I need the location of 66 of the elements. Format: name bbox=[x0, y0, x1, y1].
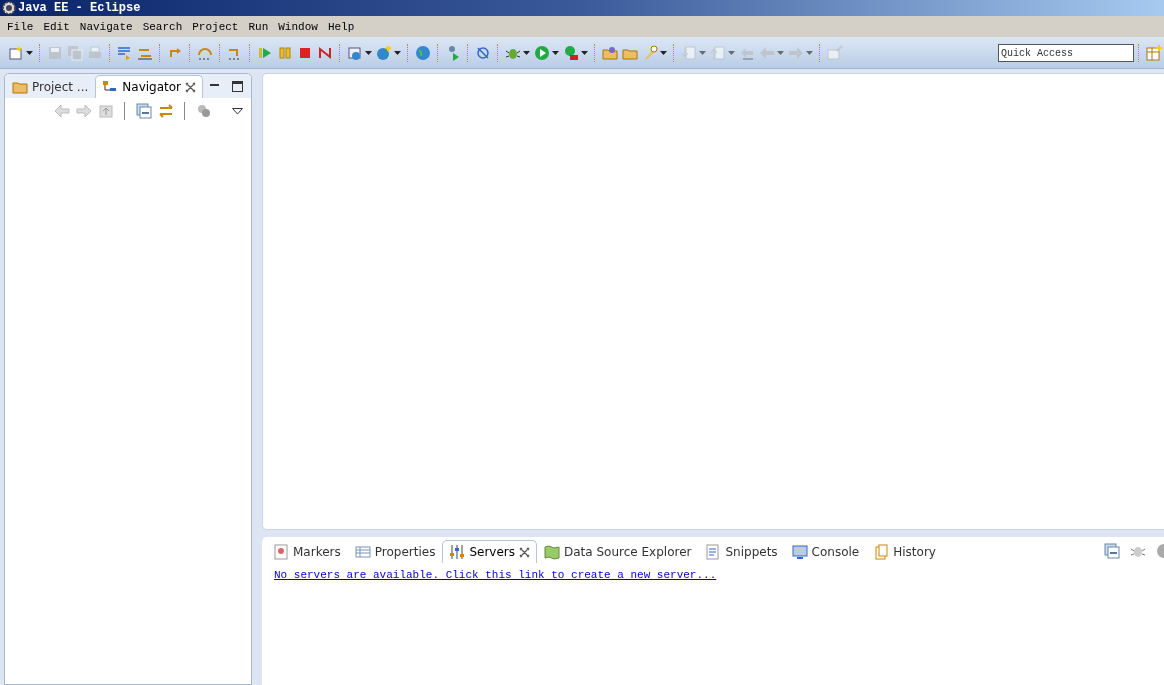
view-tab[interactable]: Markers bbox=[266, 540, 348, 563]
dropdown-caret-icon bbox=[394, 51, 401, 55]
back-arrow-icon bbox=[759, 45, 775, 61]
table-icon bbox=[354, 544, 371, 560]
menu-item[interactable]: Search bbox=[137, 20, 188, 33]
view-tab[interactable]: Navigator bbox=[95, 75, 204, 98]
open-folder-icon bbox=[602, 45, 618, 61]
view-tab[interactable]: Data Source Explorer bbox=[537, 540, 699, 563]
back-arrow-icon bbox=[54, 103, 70, 119]
menu-item[interactable]: Window bbox=[273, 20, 323, 33]
snippets-icon bbox=[705, 544, 722, 560]
lines-arrow-icon bbox=[117, 45, 133, 61]
floppy-icon bbox=[47, 45, 63, 61]
floppies-icon bbox=[67, 45, 83, 61]
new-file-icon bbox=[8, 45, 24, 61]
dropdown-caret-icon bbox=[26, 51, 33, 55]
dropdown-caret-icon bbox=[581, 51, 588, 55]
view-menu-icon[interactable] bbox=[232, 107, 243, 115]
resume-icon bbox=[257, 45, 273, 61]
view-tab[interactable]: Properties bbox=[347, 540, 443, 563]
map-icon bbox=[544, 544, 560, 560]
markers-icon bbox=[273, 544, 289, 560]
folder-icon bbox=[12, 79, 28, 95]
close-icon[interactable] bbox=[519, 546, 530, 558]
link-arrows-icon bbox=[158, 103, 174, 119]
skip-breakpoints-icon bbox=[475, 45, 491, 61]
menu-item[interactable]: Run bbox=[243, 20, 274, 33]
view-tab[interactable]: Console bbox=[784, 540, 867, 563]
globe-icon bbox=[415, 45, 431, 61]
window-title: Java EE - Eclipse bbox=[18, 1, 141, 15]
gear-icon bbox=[2, 1, 16, 15]
menu-item[interactable]: Edit bbox=[38, 20, 75, 33]
circles-icon bbox=[196, 103, 212, 119]
up-folder-icon bbox=[98, 103, 114, 119]
menu-item[interactable]: Project bbox=[187, 20, 244, 33]
menu-item[interactable]: Navigate bbox=[74, 20, 138, 33]
perspective-button[interactable] bbox=[1144, 42, 1164, 64]
forward-arrow-icon bbox=[788, 45, 804, 61]
forward-arrow-icon bbox=[76, 103, 92, 119]
dropdown-caret-icon bbox=[806, 51, 813, 55]
dropdown-caret-icon bbox=[660, 51, 667, 55]
view-tab[interactable]: Snippets bbox=[698, 540, 785, 563]
pause-icon bbox=[277, 45, 293, 61]
dropdown-caret-icon bbox=[728, 51, 735, 55]
table-plus-icon bbox=[1146, 45, 1162, 61]
sliders-icon bbox=[449, 544, 466, 560]
printer-icon bbox=[87, 45, 103, 61]
menu-item[interactable]: Help bbox=[322, 20, 360, 33]
dropdown-caret-icon bbox=[552, 51, 559, 55]
dropdown-caret-icon bbox=[699, 51, 706, 55]
maximize-icon[interactable] bbox=[232, 80, 243, 92]
create-server-link[interactable]: No servers are available. Click this link to create a new server... bbox=[274, 569, 1164, 581]
collapse-all-icon bbox=[136, 103, 152, 119]
close-icon[interactable] bbox=[185, 81, 197, 93]
view-tab[interactable]: Project ... bbox=[5, 75, 96, 98]
history-icon bbox=[873, 544, 890, 560]
dropdown-caret-icon bbox=[365, 51, 372, 55]
dropdown-caret-icon bbox=[777, 51, 784, 55]
monitor-icon bbox=[791, 544, 808, 560]
dropdown-caret-icon bbox=[523, 51, 530, 55]
collapse-all-icon bbox=[1104, 543, 1120, 559]
menu-item[interactable]: File bbox=[2, 20, 39, 33]
view-tab[interactable]: Servers bbox=[442, 540, 537, 563]
view-tab[interactable]: History bbox=[866, 540, 943, 563]
stop-icon bbox=[297, 45, 313, 61]
quick-access-field[interactable]: Quick Access bbox=[998, 44, 1134, 62]
